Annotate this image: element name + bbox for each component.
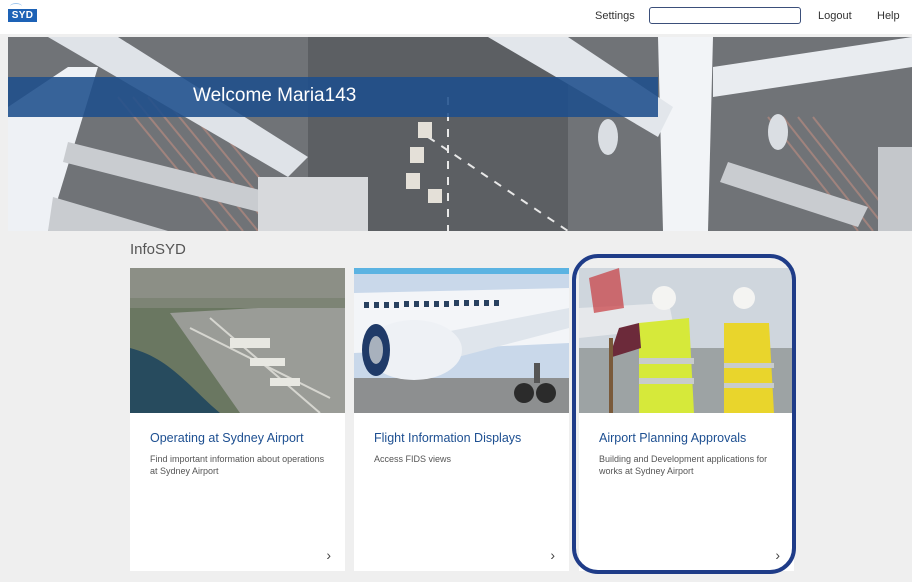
welcome-message: Welcome Maria143 (193, 85, 357, 106)
syd-logo[interactable]: SYD (8, 9, 37, 22)
card-image-aircraft (354, 268, 569, 413)
card-airport-planning-approvals[interactable]: Airport Planning Approvals Building and … (579, 268, 794, 571)
chevron-right-icon[interactable]: › (550, 547, 555, 563)
card-title: Flight Information Displays (374, 431, 522, 445)
section-title: InfoSYD (130, 241, 186, 258)
card-operating-at-sydney-airport[interactable]: Operating at Sydney Airport Find importa… (130, 268, 345, 571)
hero-airport-aerial-image (8, 37, 912, 231)
help-link[interactable]: Help (877, 10, 900, 22)
card-flight-information-displays[interactable]: Flight Information Displays Access FIDS … (354, 268, 569, 571)
card-title: Airport Planning Approvals (599, 431, 747, 445)
chevron-right-icon[interactable]: › (326, 547, 331, 563)
top-bar: SYD Settings Logout Help (0, 0, 912, 34)
card-description: Building and Development applications fo… (599, 454, 768, 476)
search-input[interactable] (649, 7, 801, 24)
logout-link[interactable]: Logout (818, 10, 852, 22)
card-image-workers (579, 268, 794, 413)
settings-link[interactable]: Settings (595, 10, 635, 22)
chevron-right-icon[interactable]: › (775, 547, 780, 563)
card-title: Operating at Sydney Airport (150, 431, 304, 445)
card-description: Access FIDS views (374, 454, 452, 464)
card-description: Find important information about operati… (150, 454, 325, 476)
hero-banner: Welcome Maria143 (8, 37, 912, 231)
card-image-aerial-airport (130, 268, 345, 413)
